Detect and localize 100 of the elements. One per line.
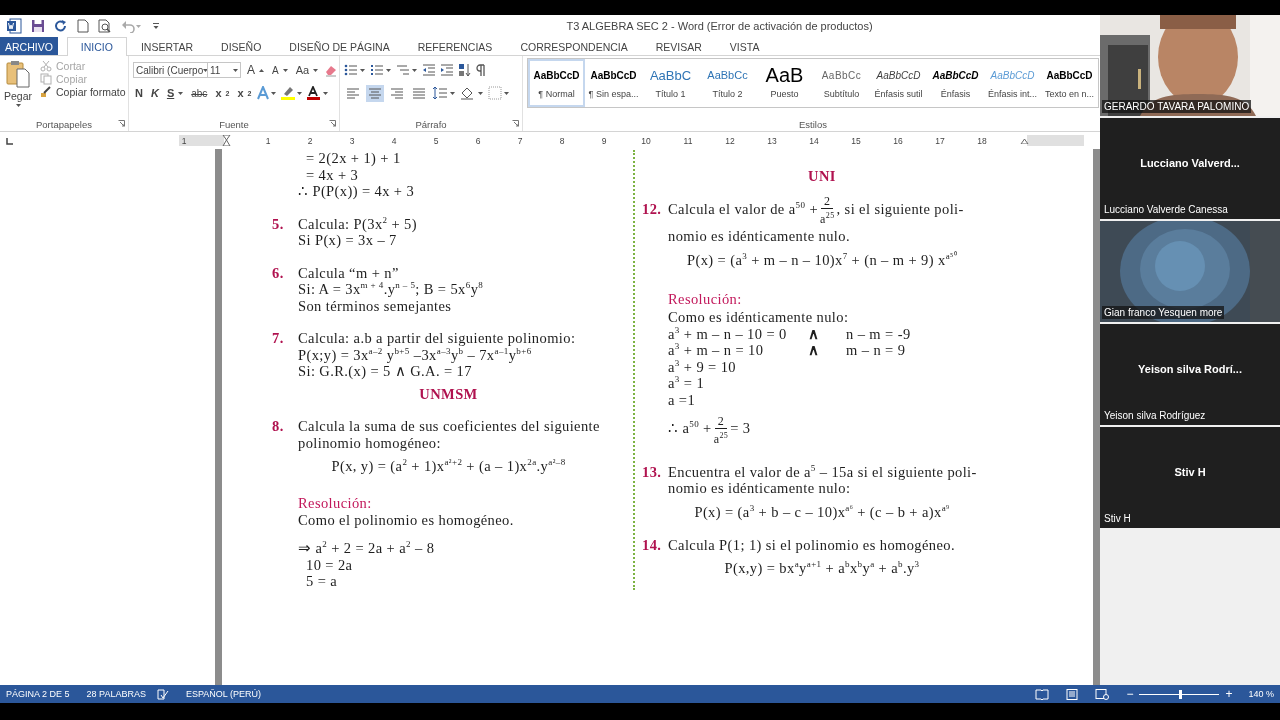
sort-icon[interactable]: [458, 63, 472, 77]
problem-text: Calcula: P(3x$^{2}$ + 5): [298, 215, 417, 232]
style-gallery-item[interactable]: AaBbCc Título 2: [699, 59, 756, 107]
ribbon-tab[interactable]: REVISAR: [641, 37, 716, 55]
numbered-list-icon[interactable]: [370, 63, 392, 77]
problem-number: 5.: [272, 215, 285, 234]
increase-indent-icon[interactable]: [440, 63, 454, 77]
paste-button[interactable]: Pegar: [4, 60, 33, 117]
ribbon-tab[interactable]: CORRESPONDENCIA: [506, 37, 642, 55]
problem-number: 6.: [272, 264, 285, 283]
language-indicator[interactable]: ESPAÑOL (PERÚ): [185, 689, 261, 699]
ruler-number: 1: [180, 135, 188, 146]
zoom-out-button[interactable]: −: [1126, 689, 1134, 699]
scissors-icon: [40, 60, 53, 72]
print-layout-icon[interactable]: [1066, 688, 1079, 700]
shading-icon[interactable]: [460, 86, 484, 100]
dialog-launcher-icon[interactable]: [512, 120, 519, 127]
dialog-launcher-icon[interactable]: [329, 120, 336, 127]
problem-number: 13.: [642, 463, 663, 482]
line-spacing-icon[interactable]: [432, 86, 456, 100]
zoom-in-button[interactable]: +: [1225, 689, 1233, 699]
and-symbol: ∧: [808, 342, 821, 359]
new-document-icon[interactable]: [77, 19, 89, 33]
borders-icon[interactable]: [488, 86, 510, 100]
math-expression: Calcula el valor de a$^{50}$ + 2 a$^{25}$, si el siguiente poli-: [668, 193, 964, 227]
grow-font-button[interactable]: A: [245, 63, 266, 77]
section-heading: UNMSM: [418, 385, 479, 402]
ribbon-tab[interactable]: INSERTAR: [126, 37, 208, 55]
style-gallery-item[interactable]: AaBbCcD Texto en n...: [1041, 59, 1098, 107]
ruler-number: 12: [724, 135, 736, 146]
proofing-icon[interactable]: [156, 688, 169, 700]
pilcrow-icon[interactable]: [476, 63, 486, 77]
style-gallery-item[interactable]: AaBbCcD ¶ Sin espa...: [585, 59, 642, 107]
participant-name: GERARDO TAVARA PALOMINO: [1102, 100, 1252, 113]
formula: P(x) = (a$^{3}$ + m – n – 10)x$^{7}$ + (n – m + 9) x$^{a⁵⁰}$: [685, 249, 958, 270]
superscript-button[interactable]: x$^{2}$: [235, 87, 254, 99]
formula: P(x) = (a$^{3}$ + b – c – 10)x$^{a⁶}$ + (c – b + a)x$^{a⁹}$: [693, 502, 951, 522]
multilevel-list-icon[interactable]: [396, 63, 418, 77]
clear-formatting-icon[interactable]: [324, 63, 339, 77]
caret-icon: [203, 68, 209, 72]
problem-number: 14.: [642, 536, 663, 554]
bullet-list-icon[interactable]: [344, 63, 366, 77]
indent-marker-icon[interactable]: [221, 135, 231, 146]
ribbon-tab[interactable]: DISEÑO DE PÁGINA: [275, 37, 404, 55]
problem-number: 8.: [272, 418, 285, 436]
repeat-icon[interactable]: [54, 19, 68, 33]
math-line: n – m = -9: [846, 325, 912, 343]
word-count[interactable]: 28 PALABRAS: [86, 689, 146, 699]
style-gallery-item[interactable]: AaBbCcD Énfasis: [927, 59, 984, 107]
style-gallery-item[interactable]: AaBbCcD Énfasis int...: [984, 59, 1041, 107]
read-mode-icon[interactable]: [1035, 688, 1050, 700]
underline-button[interactable]: S: [164, 87, 186, 99]
window-title: T3 ALGEBRA SEC 2 - Word (Error de activación de productos): [565, 20, 874, 32]
ruler-number: 15: [850, 135, 862, 146]
math-line: = 4x + 3: [305, 166, 360, 183]
style-gallery-item[interactable]: AaBbCcD Énfasis sutil: [870, 59, 927, 107]
tab-stop-icon[interactable]: [6, 136, 14, 145]
customize-toolbar-icon[interactable]: [152, 21, 160, 31]
ribbon-tab[interactable]: REFERENCIAS: [403, 37, 507, 55]
zoom-level[interactable]: 140 %: [1248, 689, 1274, 699]
math-line: 10 = 2a: [305, 556, 354, 573]
problem-text: Calcula “m + n”: [298, 264, 400, 281]
ruler-number: 8: [558, 135, 566, 146]
italic-button[interactable]: K: [148, 87, 161, 99]
print-preview-icon[interactable]: [98, 19, 112, 33]
problem-text: polinomio homogéneo:: [298, 434, 442, 451]
text-effects-icon[interactable]: [257, 86, 278, 100]
page-count[interactable]: PÁGINA 2 DE 5: [6, 689, 70, 699]
dialog-launcher-icon[interactable]: [118, 120, 125, 127]
file-tab[interactable]: ARCHIVO: [0, 37, 58, 55]
ribbon-tab[interactable]: DISEÑO: [207, 37, 276, 55]
style-gallery-item[interactable]: AaBbCc Subtítulo: [813, 59, 870, 107]
strikethrough-button[interactable]: abc: [189, 87, 210, 99]
shrink-font-button[interactable]: A: [270, 64, 290, 76]
right-indent-icon[interactable]: [1019, 137, 1029, 144]
font-name-field[interactable]: Calibri (Cuerpo: [133, 62, 208, 78]
style-gallery-item[interactable]: AaBbCcD ¶ Normal: [528, 59, 585, 107]
style-gallery-item[interactable]: AaBbC Título 1: [642, 59, 699, 107]
decrease-indent-icon[interactable]: [422, 63, 436, 77]
style-gallery-item[interactable]: AaB Puesto: [756, 59, 813, 107]
clipboard-icon: [5, 60, 31, 88]
bold-button[interactable]: N: [133, 87, 145, 99]
change-case-button[interactable]: Aa: [293, 64, 321, 76]
participant-name: Lucciano Valverde Canessa: [1103, 203, 1229, 216]
formula: P(x, y) = (a$^{2}$ + 1)x$^{a²+2}$ + (a – 1)x$^{2a}$.y$^{a²–8}$: [330, 456, 567, 476]
zoom-slider-thumb[interactable]: [1179, 689, 1183, 699]
font-size-field[interactable]: 11: [207, 62, 241, 78]
ribbon-tab[interactable]: VISTA: [715, 37, 774, 55]
highlighter-icon[interactable]: [281, 86, 304, 100]
font-color-icon[interactable]: [307, 86, 330, 100]
ruler-number: 6: [474, 135, 482, 146]
participant-display-name: Yeison silva Rodrí...: [1138, 362, 1242, 375]
format-painter-button[interactable]: Copiar formato: [38, 86, 128, 98]
word-logo-icon[interactable]: [6, 18, 22, 34]
text-line: a$^{3}$ = 1: [667, 375, 706, 392]
save-icon[interactable]: [31, 19, 45, 33]
text-line: Como es idénticamente nulo:: [667, 309, 850, 326]
ribbon-tab[interactable]: INICIO: [66, 37, 127, 56]
participant-name: Yeison silva Rodríguez: [1103, 409, 1207, 422]
web-layout-icon[interactable]: [1095, 688, 1110, 700]
